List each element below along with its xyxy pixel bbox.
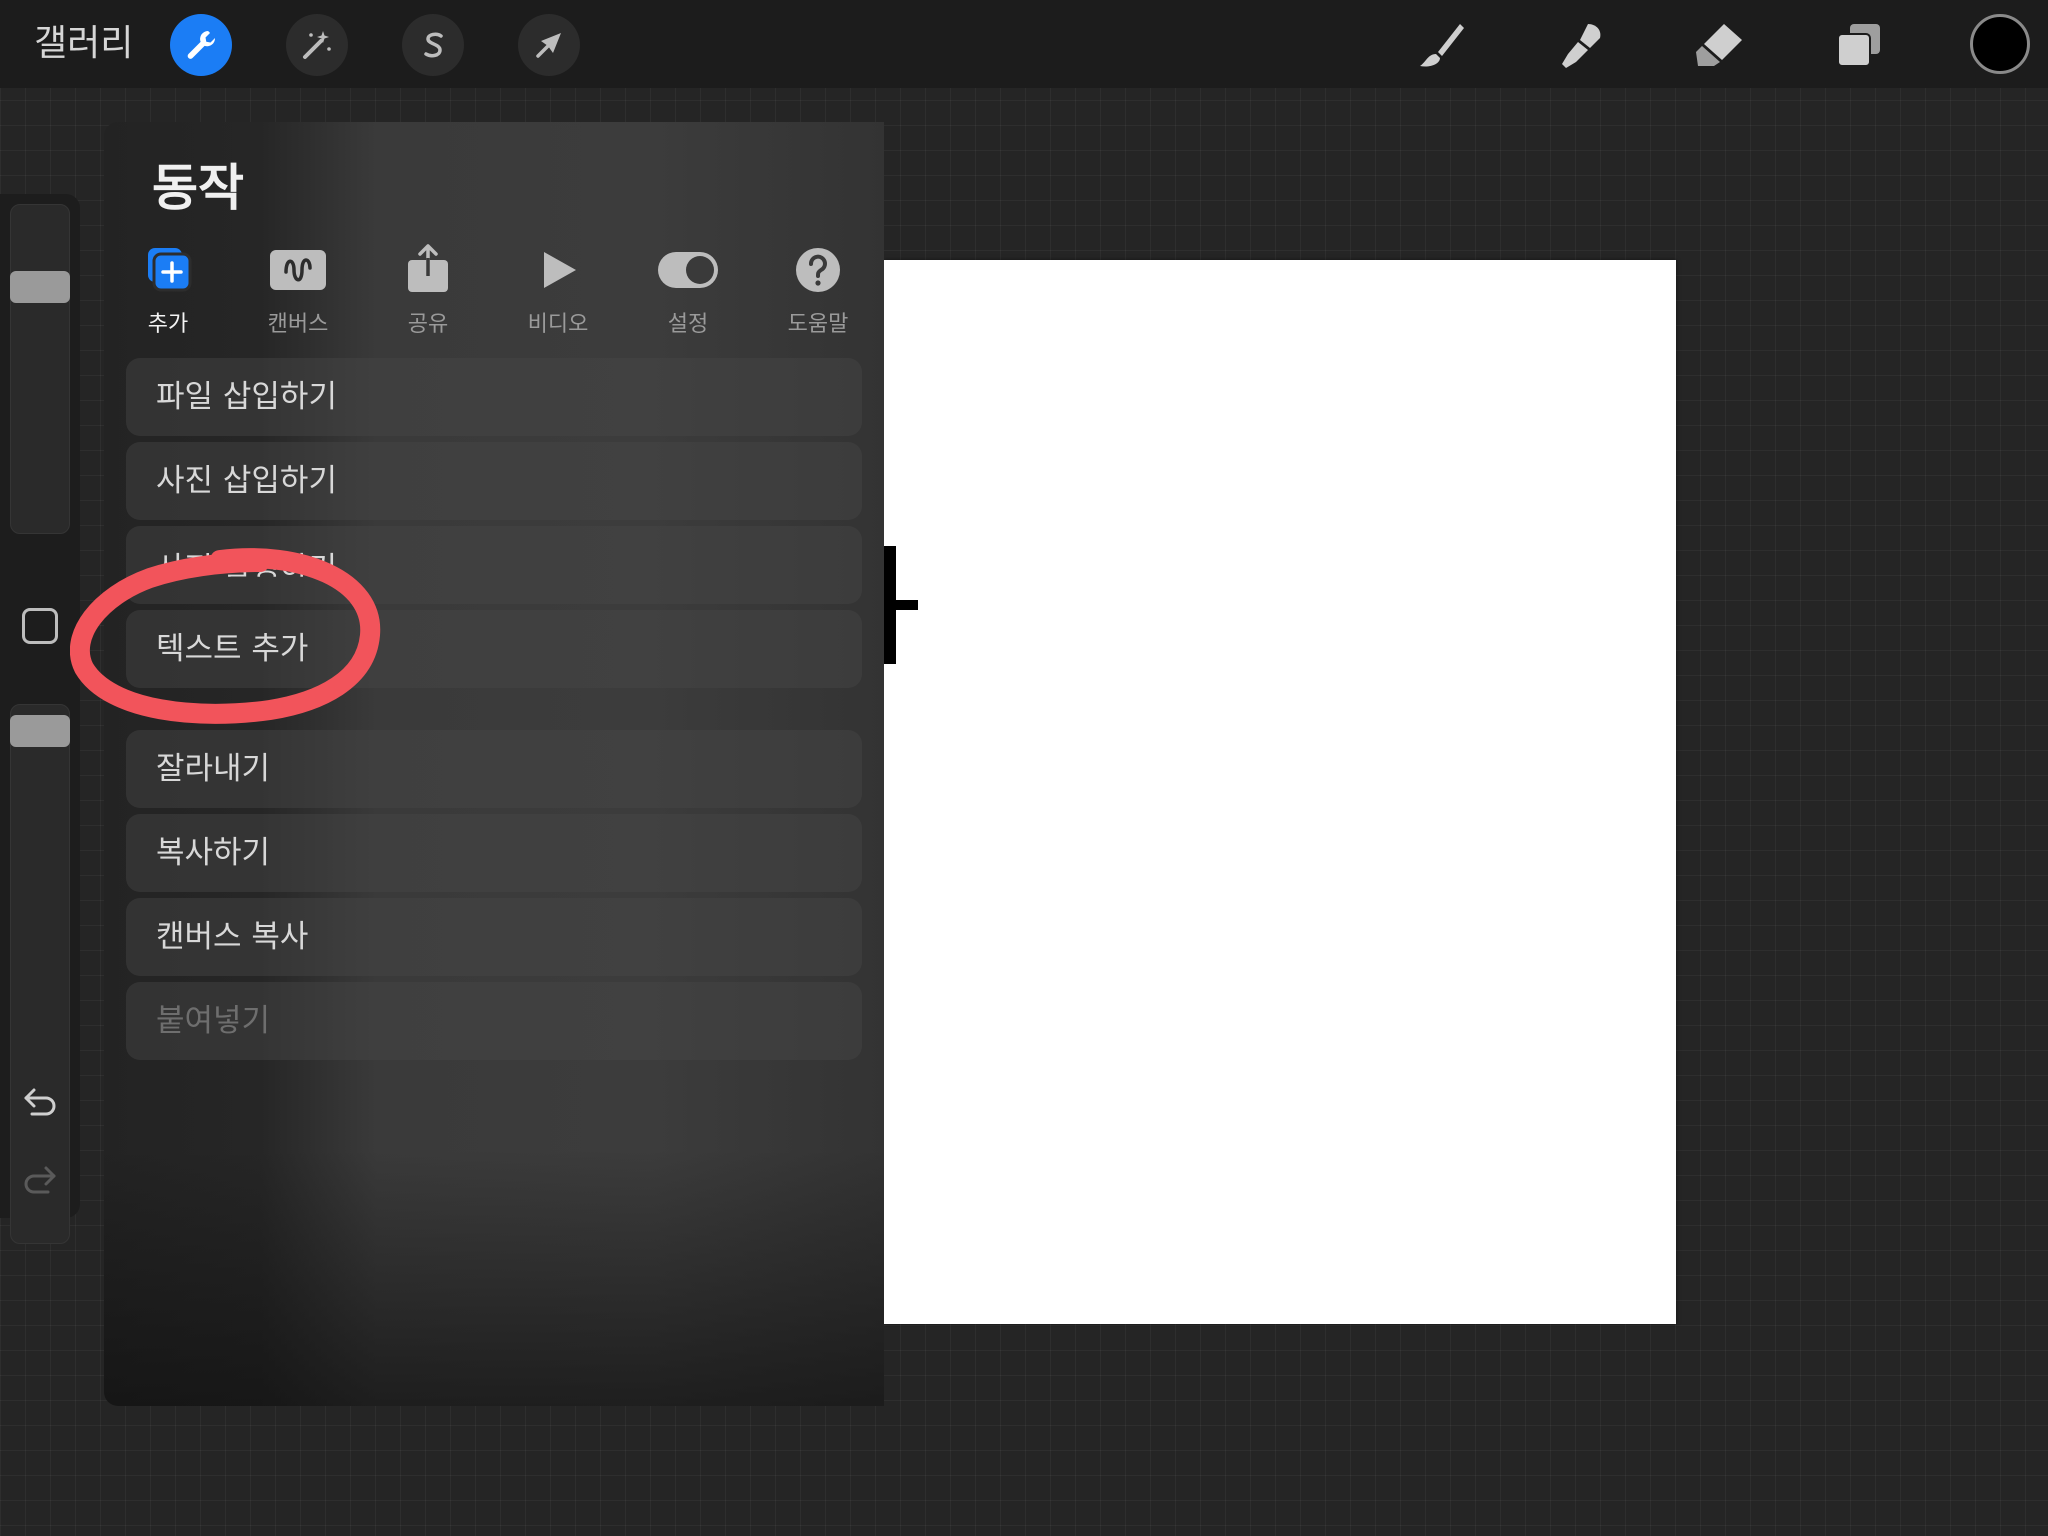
eraser-icon: [1696, 24, 1742, 66]
selection-icon: [424, 32, 443, 58]
help-icon: [796, 248, 840, 292]
tab-share[interactable]: 공유: [368, 242, 488, 342]
tab-share-label: 공유: [407, 312, 449, 337]
canvas-icon: [270, 250, 326, 290]
menu-item-label: 사진 촬영하기: [156, 551, 337, 587]
tab-add[interactable]: 추가: [108, 242, 228, 342]
tab-settings[interactable]: 설정: [628, 242, 748, 342]
color-swatch-button[interactable]: [1970, 14, 2030, 74]
left-sidebar: [0, 194, 80, 1244]
transform-button[interactable]: [518, 14, 580, 76]
undo-icon: [24, 1088, 56, 1116]
menu-item-label: 잘라내기: [156, 751, 271, 787]
brush-size-thumb[interactable]: [10, 271, 70, 303]
adjustments-button[interactable]: [286, 14, 348, 76]
share-icon: [408, 244, 448, 292]
opacity-thumb[interactable]: [10, 715, 70, 747]
top-toolbar: 갤러리: [0, 0, 2048, 88]
tab-settings-label: 설정: [667, 312, 709, 337]
tab-add-label: 추가: [147, 312, 189, 337]
selection-button[interactable]: [402, 14, 464, 76]
menu-copy[interactable]: 복사하기: [126, 814, 862, 892]
tab-canvas-label: 캔버스: [267, 312, 329, 337]
transform-arrow-icon: [536, 33, 561, 58]
play-icon: [544, 252, 576, 288]
menu-item-label: 텍스트 추가: [156, 631, 309, 667]
brush-size-slider[interactable]: [10, 204, 70, 534]
modify-button[interactable]: [22, 608, 58, 644]
menu-insert-photo[interactable]: 사진 삽입하기: [126, 442, 862, 520]
undo-button[interactable]: [20, 1082, 60, 1122]
menu-item-label: 파일 삽입하기: [156, 379, 337, 415]
magic-wand-icon: [303, 31, 331, 59]
layers-icon: [1837, 24, 1880, 67]
toggle-icon: [658, 252, 718, 288]
panel-title: 동작: [152, 159, 244, 217]
actions-panel: 동작 추가 캔버스 공유 비디오 설정 도움말 파일 삽입하기 사진 삽입하기 …: [104, 122, 884, 1406]
menu-item-label: 복사하기: [156, 835, 271, 871]
wrench-icon: [187, 31, 216, 59]
smudge-icon: [1562, 24, 1601, 68]
smudge-button[interactable]: [1552, 16, 1610, 74]
redo-icon: [24, 1166, 56, 1194]
menu-item-label: 캔버스 복사: [156, 919, 309, 955]
menu-add-text[interactable]: 텍스트 추가: [126, 610, 862, 688]
menu-take-photo[interactable]: 사진 촬영하기: [126, 526, 862, 604]
tab-help-label: 도움말: [787, 312, 849, 337]
tab-video[interactable]: 비디오: [498, 242, 618, 342]
tab-video-label: 비디오: [527, 312, 589, 337]
add-icon: [148, 248, 192, 292]
gallery-button[interactable]: 갤러리: [34, 22, 133, 66]
menu-item-label: 붙여넣기: [156, 1003, 271, 1039]
canvas-text-fragment: [884, 546, 918, 664]
brush-button[interactable]: [1412, 16, 1470, 74]
eraser-button[interactable]: [1690, 16, 1748, 74]
actions-button[interactable]: [170, 14, 232, 76]
tab-help[interactable]: 도움말: [758, 242, 878, 342]
drawing-canvas[interactable]: [884, 260, 1676, 1324]
menu-item-label: 사진 삽입하기: [156, 463, 337, 499]
menu-copy-canvas[interactable]: 캔버스 복사: [126, 898, 862, 976]
menu-cut[interactable]: 잘라내기: [126, 730, 862, 808]
brush-icon: [1420, 24, 1464, 67]
tab-canvas[interactable]: 캔버스: [238, 242, 358, 342]
layers-button[interactable]: [1830, 16, 1888, 74]
menu-paste: 붙여넣기: [126, 982, 862, 1060]
menu-insert-file[interactable]: 파일 삽입하기: [126, 358, 862, 436]
redo-button[interactable]: [20, 1160, 60, 1200]
